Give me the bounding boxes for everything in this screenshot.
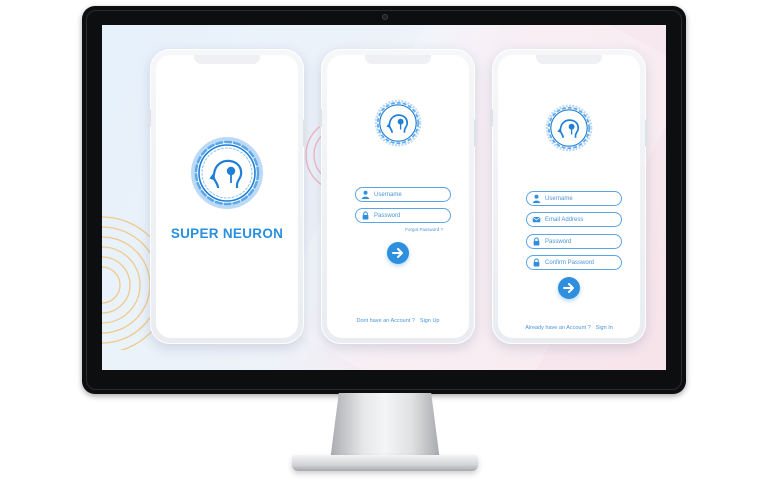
arrow-right-icon xyxy=(392,248,403,258)
lock-icon xyxy=(362,211,369,220)
signup-submit-button[interactable] xyxy=(558,277,580,299)
arrow-right-icon xyxy=(563,283,574,293)
phone-login: Username Password Forgot Password ? Dont… xyxy=(319,49,477,344)
lock-icon xyxy=(533,237,540,246)
signup-prompt: Dont have an Account ? Sign Up xyxy=(327,318,469,324)
password-placeholder: Password xyxy=(374,212,401,219)
envelope-icon xyxy=(532,216,541,223)
login-screen: Username Password Forgot Password ? Dont… xyxy=(327,55,469,338)
monitor: SUPER NEURON Username Password Forgot Pa… xyxy=(82,6,686,394)
phone-signup: Username Email Address Password Confirm … xyxy=(490,49,648,344)
password-field[interactable]: Password xyxy=(355,208,451,223)
phone-side-button xyxy=(319,109,322,127)
phone-side-button xyxy=(645,119,648,147)
phone-splash: SUPER NEURON xyxy=(148,49,306,344)
brain-head-icon xyxy=(191,137,263,209)
user-icon xyxy=(361,190,370,199)
phone-side-button xyxy=(303,119,306,147)
signin-link[interactable]: Sign In xyxy=(596,325,613,331)
brain-head-icon xyxy=(545,104,593,152)
brand-title: SUPER NEURON xyxy=(170,226,284,241)
lock-icon xyxy=(533,258,540,267)
signup-screen: Username Email Address Password Confirm … xyxy=(498,55,640,338)
username-field[interactable]: Username xyxy=(355,187,451,202)
phone-notch xyxy=(536,55,602,64)
brain-head-icon xyxy=(374,99,422,147)
splash-screen: SUPER NEURON xyxy=(156,55,298,338)
monitor-screen: SUPER NEURON Username Password Forgot Pa… xyxy=(102,25,666,370)
signin-prompt-text: Already have an Account ? xyxy=(525,325,591,331)
confirm-password-field[interactable]: Confirm Password xyxy=(526,255,622,270)
phone-side-button xyxy=(148,109,151,127)
phone-notch xyxy=(194,55,260,64)
confirm-password-placeholder: Confirm Password xyxy=(545,259,595,266)
signin-prompt: Already have an Account ? Sign In xyxy=(498,325,640,331)
user-icon xyxy=(532,194,541,203)
phone-side-button xyxy=(490,109,493,127)
phone-notch xyxy=(365,55,431,64)
monitor-base xyxy=(292,455,478,471)
password-placeholder: Password xyxy=(545,238,572,245)
scene: SUPER NEURON Username Password Forgot Pa… xyxy=(0,0,770,480)
monitor-stand xyxy=(330,393,440,461)
forgot-password-link[interactable]: Forgot Password ? xyxy=(405,227,443,232)
signup-link[interactable]: Sign Up xyxy=(420,318,440,324)
signup-prompt-text: Dont have an Account ? xyxy=(356,318,415,324)
username-placeholder: Username xyxy=(374,191,402,198)
login-submit-button[interactable] xyxy=(387,242,409,264)
camera xyxy=(382,14,388,20)
email-placeholder: Email Address xyxy=(545,216,584,223)
password-field[interactable]: Password xyxy=(526,234,622,249)
phone-side-button xyxy=(474,119,477,147)
username-placeholder: Username xyxy=(545,195,573,202)
username-field[interactable]: Username xyxy=(526,191,622,206)
email-field[interactable]: Email Address xyxy=(526,212,622,227)
